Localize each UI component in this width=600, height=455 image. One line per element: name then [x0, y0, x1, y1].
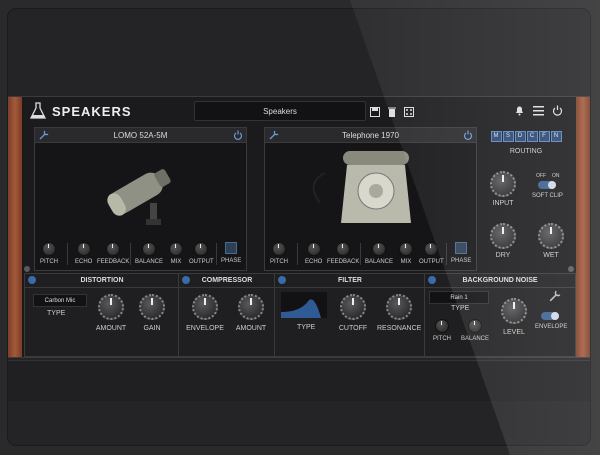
- wrench-icon[interactable]: [269, 130, 279, 140]
- input-knob[interactable]: INPUT: [490, 171, 516, 207]
- wrench-icon[interactable]: [549, 290, 561, 302]
- preset-selector[interactable]: Speakers: [194, 101, 366, 121]
- on-label: ON: [552, 173, 560, 179]
- power-toggle[interactable]: [28, 276, 36, 284]
- route-button-n[interactable]: N: [550, 131, 562, 142]
- filter-section: FILTER TYPE CUTOFF RESONANCE: [274, 273, 426, 357]
- filter-type-display[interactable]: [281, 292, 327, 318]
- background-noise-section: BACKGROUND NOISE Rain 1 TYPE PITCH BALAN…: [424, 273, 576, 357]
- section-title: COMPRESSOR: [201, 277, 253, 284]
- type-label: TYPE: [47, 310, 66, 317]
- bottom-area: [8, 360, 590, 401]
- feedback-knob[interactable]: FEEDBACK: [327, 242, 359, 265]
- route-button-d[interactable]: D: [514, 131, 526, 142]
- panel-header: Telephone 1970: [265, 128, 476, 143]
- envelope-toggle[interactable]: [541, 312, 559, 320]
- panel-title: Telephone 1970: [342, 130, 399, 140]
- pitch-knob[interactable]: PITCH: [40, 242, 58, 265]
- dry-knob[interactable]: DRY: [490, 223, 516, 259]
- phase-button[interactable]: PHASE: [451, 242, 471, 264]
- trash-icon[interactable]: [387, 104, 397, 117]
- balance-knob[interactable]: BALANCE: [365, 242, 393, 265]
- balance-knob[interactable]: BALANCE: [461, 319, 489, 342]
- noise-type-select[interactable]: Rain 1: [429, 291, 489, 304]
- resonance-knob[interactable]: RESONANCE: [377, 294, 421, 332]
- plugin-frame: SPEAKERS ▲▼ Speakers LOMO 52A-5M: [8, 96, 590, 358]
- divider: [297, 243, 298, 265]
- soft-clip-toggle[interactable]: [538, 181, 556, 189]
- wrench-icon[interactable]: [39, 130, 49, 140]
- dice-icon[interactable]: [404, 104, 414, 117]
- hamburger-menu-icon[interactable]: [533, 103, 544, 116]
- bell-icon[interactable]: [514, 103, 525, 116]
- section-title: FILTER: [338, 277, 362, 284]
- off-label: OFF: [536, 173, 546, 179]
- power-icon[interactable]: [552, 103, 563, 116]
- mix-knob[interactable]: MIX: [399, 242, 413, 265]
- divider: [446, 243, 447, 265]
- level-knob[interactable]: LEVEL: [499, 298, 529, 336]
- type-label: TYPE: [297, 324, 316, 331]
- phase-button[interactable]: PHASE: [221, 242, 241, 264]
- balance-knob[interactable]: BALANCE: [135, 242, 163, 265]
- pitch-knob[interactable]: PITCH: [433, 319, 451, 342]
- amount-knob[interactable]: AMOUNT: [93, 294, 129, 332]
- section-title: BACKGROUND NOISE: [462, 277, 538, 284]
- divider: [216, 243, 217, 265]
- power-toggle[interactable]: [428, 276, 436, 284]
- panel-header: LOMO 52A-5M: [35, 128, 246, 143]
- amount-knob[interactable]: AMOUNT: [231, 294, 271, 332]
- telephone-image: [312, 151, 411, 223]
- output-knob[interactable]: OUTPUT: [189, 242, 214, 265]
- envelope-label: ENVELOPE: [535, 324, 568, 330]
- power-toggle[interactable]: [278, 276, 286, 284]
- output-knob[interactable]: OUTPUT: [419, 242, 444, 265]
- divider: [130, 243, 131, 265]
- pitch-knob[interactable]: PITCH: [270, 242, 288, 265]
- power-toggle[interactable]: [182, 276, 190, 284]
- panel-title: LOMO 52A-5M: [113, 130, 168, 140]
- routing-label: ROUTING: [509, 148, 543, 155]
- distortion-section: DISTORTION Carbon Mic TYPE AMOUNT GAIN: [24, 273, 180, 357]
- cutoff-knob[interactable]: CUTOFF: [335, 294, 371, 332]
- screw: [568, 266, 574, 272]
- distortion-type-select[interactable]: Carbon Mic: [33, 294, 87, 307]
- section-title: DISTORTION: [80, 277, 124, 284]
- mix-knob[interactable]: MIX: [169, 242, 183, 265]
- compressor-section: COMPRESSOR ENVELOPE AMOUNT: [178, 273, 276, 357]
- right-wood-panel: [576, 97, 590, 357]
- divider: [67, 243, 68, 265]
- route-button-c[interactable]: C: [526, 131, 538, 142]
- gain-knob[interactable]: GAIN: [137, 294, 167, 332]
- type-label: TYPE: [451, 305, 470, 312]
- flask-icon: [30, 102, 46, 119]
- route-button-m[interactable]: M: [490, 131, 502, 142]
- feedback-knob[interactable]: FEEDBACK: [97, 242, 129, 265]
- envelope-knob[interactable]: ENVELOPE: [183, 294, 227, 332]
- knob-row: PITCH ECHO FEEDBACK BALANCE MIX OUTPUT P…: [265, 240, 476, 270]
- speaker-panel-left: LOMO 52A-5M PITCH ECHO FEEDBACK BALANCE …: [34, 127, 247, 271]
- route-button-f[interactable]: F: [538, 131, 550, 142]
- save-icon[interactable]: [370, 104, 380, 117]
- top-bar: SPEAKERS ▲▼ Speakers: [24, 99, 574, 123]
- wet-knob[interactable]: WET: [538, 223, 564, 259]
- speaker-panel-right: Telephone 1970 PITCH ECHO FEEDBACK BALAN…: [264, 127, 477, 271]
- power-icon[interactable]: [463, 130, 473, 140]
- echo-knob[interactable]: ECHO: [305, 242, 322, 265]
- knob-row: PITCH ECHO FEEDBACK BALANCE MIX OUTPUT P…: [35, 240, 246, 270]
- screw: [24, 266, 30, 272]
- left-wood-panel: [8, 97, 22, 357]
- echo-knob[interactable]: ECHO: [75, 242, 92, 265]
- routing-section: M S D C F N ROUTING INPUT OFF ON SOFT CL…: [484, 131, 568, 271]
- divider: [360, 243, 361, 265]
- route-button-s[interactable]: S: [502, 131, 514, 142]
- microphone-image: [107, 169, 171, 225]
- soft-clip-label: SOFT CLIP: [532, 193, 563, 199]
- power-icon[interactable]: [233, 130, 243, 140]
- app-title: SPEAKERS: [52, 103, 132, 119]
